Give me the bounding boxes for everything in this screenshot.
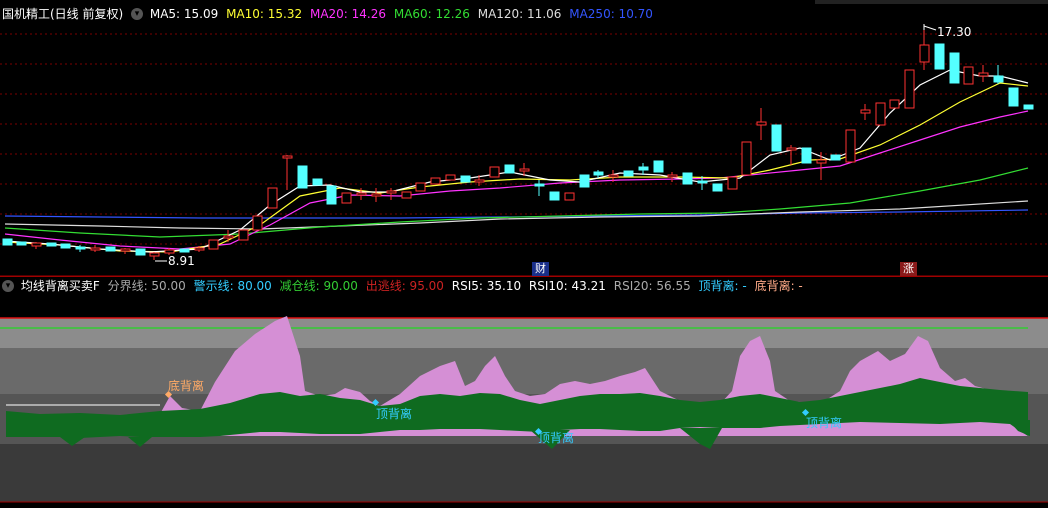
event-badge-zhang[interactable]: 涨	[900, 262, 917, 276]
candle	[312, 178, 323, 186]
candle	[623, 170, 634, 177]
candle	[208, 239, 219, 250]
candle	[579, 174, 590, 188]
event-badge-cai[interactable]: 财	[532, 262, 549, 276]
chevron-down-icon[interactable]: ▾	[2, 279, 14, 292]
candle	[1023, 104, 1034, 110]
candle	[549, 191, 560, 201]
indicator-chart[interactable]: 底背离 顶背离 顶背离 顶背离	[0, 296, 1048, 508]
low-price-label: 8.91	[168, 254, 195, 268]
candle	[135, 248, 146, 256]
candle	[830, 154, 841, 161]
candle	[949, 52, 960, 84]
candle	[904, 69, 915, 109]
candle	[415, 182, 426, 192]
candle	[504, 164, 515, 174]
candle	[875, 102, 886, 126]
candle	[712, 183, 723, 192]
param-chutao: 出逃线: 95.00	[365, 279, 444, 293]
param-jingshi: 警示线: 80.00	[193, 279, 272, 293]
candle	[297, 165, 308, 189]
indicator-title[interactable]: 均线背离买卖F	[21, 279, 100, 293]
ma120-label: MA120: 11.06	[477, 7, 562, 21]
zone-low	[0, 444, 1048, 502]
candle	[267, 187, 278, 209]
candle	[445, 174, 456, 181]
candle	[741, 141, 752, 176]
candles	[2, 28, 1034, 260]
param-rsi5: RSI5: 35.10	[451, 279, 522, 293]
param-rsi20: RSI20: 56.55	[613, 279, 691, 293]
candle	[2, 238, 13, 246]
candle	[727, 176, 738, 190]
ma5-label: MA5: 15.09	[149, 7, 219, 21]
candle	[430, 177, 441, 185]
top-toolbar	[815, 0, 1048, 4]
candle	[238, 229, 249, 241]
candle	[1008, 87, 1019, 107]
top-divergence-label: 顶背离	[806, 415, 842, 430]
bottom-divergence-label: 底背离	[168, 378, 204, 393]
param-fenjie: 分界线: 50.00	[107, 279, 186, 293]
candle	[653, 160, 664, 173]
zone-top	[0, 318, 1048, 348]
ma10-line	[4, 82, 1029, 253]
ma10-label: MA10: 15.32	[226, 7, 303, 21]
chevron-down-icon[interactable]: ▾	[131, 7, 144, 20]
candle	[845, 129, 856, 163]
candle	[46, 242, 57, 247]
high-price-label: 17.30	[937, 25, 971, 39]
candlestick-chart[interactable]: 17.30 8.91	[0, 20, 1048, 282]
indicator-header: ▾ 均线背离买卖F 分界线: 50.00 警示线: 80.00 减仓线: 90.…	[2, 278, 803, 294]
param-jiancang: 减仓线: 90.00	[279, 279, 358, 293]
panel-divider	[0, 276, 1048, 277]
candle	[771, 124, 782, 152]
candle	[682, 172, 693, 185]
ma5-line	[4, 69, 1029, 253]
candle	[934, 43, 945, 70]
candle	[179, 248, 190, 253]
candle	[963, 66, 974, 85]
candle	[105, 246, 116, 252]
ma250-label: MA250: 10.70	[569, 7, 653, 21]
candle	[16, 241, 27, 246]
param-rsi10: RSI10: 43.21	[528, 279, 606, 293]
candle	[60, 243, 71, 249]
candle	[341, 192, 352, 204]
param-top-divergence: 顶背离: -	[698, 279, 747, 293]
candle	[489, 166, 500, 178]
stock-title[interactable]: 国机精工(日线 前复权)	[2, 7, 123, 21]
ma120-line	[4, 200, 1029, 230]
top-divergence-label: 顶背离	[538, 430, 574, 445]
candle	[889, 99, 900, 109]
ma60-line	[4, 167, 1029, 238]
candle	[801, 147, 812, 164]
candle	[252, 215, 263, 231]
param-bottom-divergence: 底背离: -	[754, 279, 803, 293]
candle	[460, 175, 471, 183]
candle	[401, 191, 412, 199]
ma60-label: MA60: 12.26	[393, 7, 470, 21]
top-divergence-marker: 顶背离	[534, 427, 574, 445]
candle	[326, 185, 337, 205]
ma20-label: MA20: 14.26	[309, 7, 387, 21]
candle	[564, 192, 575, 201]
top-divergence-label: 顶背离	[376, 406, 412, 421]
